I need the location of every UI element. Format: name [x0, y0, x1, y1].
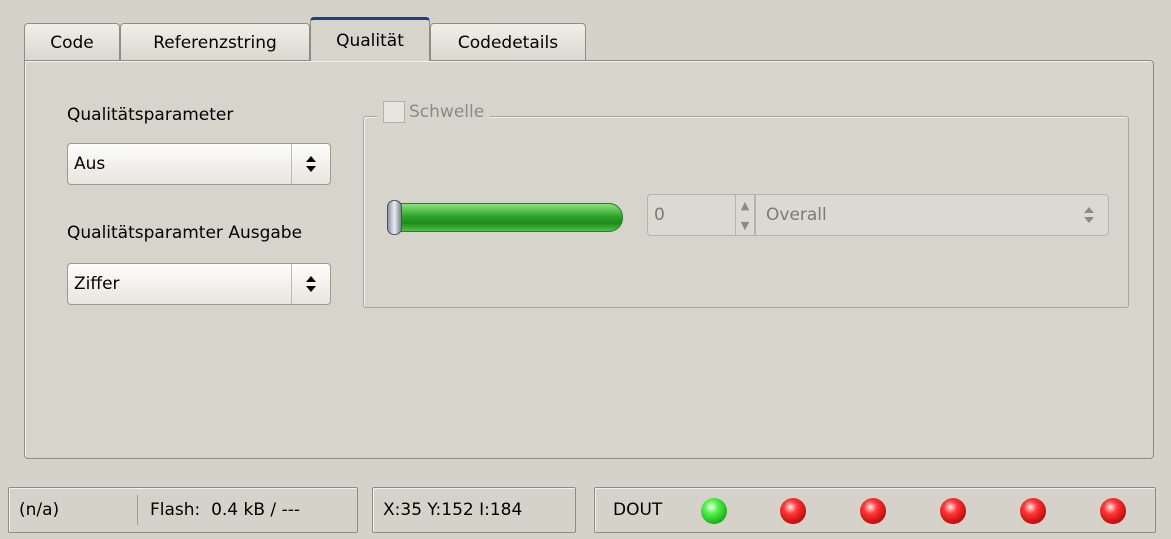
quality-output-label: Qualitätsparamter Ausgabe — [67, 223, 303, 243]
status-na: (n/a) — [19, 500, 60, 520]
up-down-arrows-icon — [291, 264, 330, 304]
quality-output-value: Ziffer — [74, 274, 120, 294]
threshold-slider-handle[interactable] — [387, 200, 402, 235]
quality-param-label: Qualitätsparameter — [67, 105, 234, 125]
led-indicator-icon — [1100, 498, 1126, 524]
threshold-spinbox[interactable]: 0 ▲ ▼ — [647, 194, 755, 236]
threshold-slider[interactable] — [387, 203, 623, 232]
threshold-checkbox[interactable] — [383, 101, 405, 123]
tab-bar: Code Referenzstring Qualität Codedetails — [24, 17, 624, 61]
spin-down-icon[interactable]: ▼ — [736, 215, 754, 235]
threshold-spin-value: 0 — [654, 205, 665, 225]
status-flash: Flash: 0.4 kB / --- — [150, 500, 300, 520]
tab-label: Qualität — [336, 30, 404, 51]
tab-qualitaet[interactable]: Qualität — [310, 17, 430, 61]
tab-referenzstring[interactable]: Referenzstring — [120, 23, 310, 61]
led-indicator-icon — [701, 498, 727, 524]
threshold-mode-value: Overall — [766, 205, 827, 225]
spin-up-icon[interactable]: ▲ — [736, 195, 754, 215]
threshold-mode-select[interactable]: Overall — [755, 194, 1109, 236]
quality-param-value: Aus — [74, 154, 106, 174]
status-info-box: (n/a) Flash: 0.4 kB / --- — [8, 487, 358, 533]
quality-output-select[interactable]: Ziffer — [67, 263, 331, 305]
status-coords: X:35 Y:152 I:184 — [383, 500, 523, 520]
led-indicator-icon — [860, 498, 886, 524]
tab-label: Code — [50, 32, 94, 53]
threshold-checkbox-label: Schwelle — [409, 102, 485, 122]
threshold-legend: Schwelle — [377, 101, 491, 123]
quality-panel: Qualitätsparameter Aus Qualitätsparamter… — [24, 60, 1154, 459]
tab-label: Codedetails — [457, 32, 559, 53]
up-down-arrows-icon — [1070, 195, 1108, 235]
status-coords-box: X:35 Y:152 I:184 — [372, 487, 576, 533]
tab-label: Referenzstring — [153, 32, 277, 53]
status-dout-label: DOUT — [613, 500, 663, 520]
led-indicator-icon — [1020, 498, 1046, 524]
led-indicator-icon — [780, 498, 806, 524]
up-down-arrows-icon — [291, 144, 330, 184]
tab-codedetails[interactable]: Codedetails — [430, 23, 586, 61]
tab-code[interactable]: Code — [24, 23, 120, 61]
quality-param-select[interactable]: Aus — [67, 143, 331, 185]
led-indicator-icon — [940, 498, 966, 524]
